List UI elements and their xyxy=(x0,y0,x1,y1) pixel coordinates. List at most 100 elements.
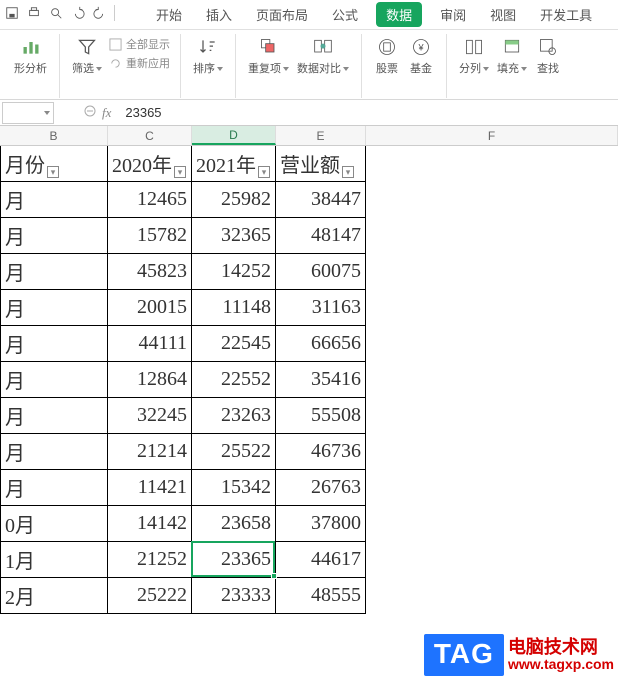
cell-rev[interactable]: 37800 xyxy=(276,506,366,542)
cell-2020[interactable]: 21214 xyxy=(108,434,192,470)
empty-cell[interactable] xyxy=(366,398,618,434)
filter-dropdown-icon[interactable] xyxy=(174,166,186,178)
cell-2020[interactable]: 21252 xyxy=(108,542,192,578)
cell-2020[interactable]: 20015 xyxy=(108,290,192,326)
cell-2021[interactable]: 23263 xyxy=(192,398,276,434)
cell-month[interactable]: 月 xyxy=(0,254,108,290)
tab-insert[interactable]: 插入 xyxy=(200,1,238,28)
empty-cell[interactable] xyxy=(366,578,618,614)
tab-dev[interactable]: 开发工具 xyxy=(534,1,598,28)
analysis-button[interactable]: 形分析 xyxy=(10,34,51,78)
cell-month[interactable]: 月 xyxy=(0,218,108,254)
cell-month[interactable]: 0月 xyxy=(0,506,108,542)
cell-rev[interactable]: 60075 xyxy=(276,254,366,290)
tab-view[interactable]: 视图 xyxy=(484,1,522,28)
cell-2020[interactable]: 32245 xyxy=(108,398,192,434)
stocks-button[interactable]: 股票 xyxy=(370,34,404,78)
filter-dropdown-icon[interactable] xyxy=(342,166,354,178)
cell-2021[interactable]: 14252 xyxy=(192,254,276,290)
cell-2020[interactable]: 45823 xyxy=(108,254,192,290)
cancel-icon[interactable] xyxy=(84,105,96,120)
tab-layout[interactable]: 页面布局 xyxy=(250,1,314,28)
redo-icon[interactable] xyxy=(92,5,108,21)
cell-month[interactable]: 1月 xyxy=(0,542,108,578)
sort-button[interactable]: 排序 xyxy=(189,34,227,78)
cell-2021[interactable]: 23365 xyxy=(192,542,276,578)
cell-2021[interactable]: 11148 xyxy=(192,290,276,326)
print-icon[interactable] xyxy=(26,5,42,21)
empty-cell[interactable] xyxy=(366,434,618,470)
empty-cell[interactable] xyxy=(366,182,618,218)
cell-2020[interactable]: 11421 xyxy=(108,470,192,506)
cell-month[interactable]: 2月 xyxy=(0,578,108,614)
cell-2021[interactable]: 32365 xyxy=(192,218,276,254)
col-header-b[interactable]: B xyxy=(0,126,108,145)
cell-rev[interactable]: 38447 xyxy=(276,182,366,218)
cell-2020[interactable]: 12864 xyxy=(108,362,192,398)
cell-rev[interactable]: 48555 xyxy=(276,578,366,614)
fx-icon[interactable]: fx xyxy=(102,105,111,121)
col-header-e[interactable]: E xyxy=(276,126,366,145)
cell-2021[interactable]: 23658 xyxy=(192,506,276,542)
col-header-f[interactable]: F xyxy=(366,126,618,145)
cell-2021[interactable]: 15342 xyxy=(192,470,276,506)
col-header-d[interactable]: D xyxy=(192,126,276,145)
empty-cell[interactable] xyxy=(366,218,618,254)
empty-cell[interactable] xyxy=(366,362,618,398)
cell-rev[interactable]: 55508 xyxy=(276,398,366,434)
tab-review[interactable]: 审阅 xyxy=(434,1,472,28)
empty-cell[interactable] xyxy=(366,506,618,542)
cell-month[interactable]: 月 xyxy=(0,434,108,470)
col-header-c[interactable]: C xyxy=(108,126,192,145)
empty-cell[interactable] xyxy=(366,254,618,290)
preview-icon[interactable] xyxy=(48,5,64,21)
lookup-button[interactable]: 查找 xyxy=(531,34,565,78)
header-2021[interactable]: 2021年 xyxy=(192,146,276,182)
cell-month[interactable]: 月 xyxy=(0,470,108,506)
empty-cell[interactable] xyxy=(366,470,618,506)
header-month[interactable]: 月份 xyxy=(0,146,108,182)
fund-button[interactable]: ¥ 基金 xyxy=(404,34,438,78)
show-all-button[interactable]: 全部显示 xyxy=(108,36,170,52)
save-icon[interactable] xyxy=(4,5,20,21)
filter-button[interactable]: 筛选 xyxy=(68,34,106,78)
cell-2020[interactable]: 25222 xyxy=(108,578,192,614)
cell-month[interactable]: 月 xyxy=(0,398,108,434)
compare-button[interactable]: 数据对比 xyxy=(293,34,353,78)
cell-rev[interactable]: 26763 xyxy=(276,470,366,506)
reapply-button[interactable]: 重新应用 xyxy=(108,55,170,71)
formula-input[interactable]: 23365 xyxy=(121,105,618,120)
name-box[interactable] xyxy=(2,102,54,124)
fill-button[interactable]: 填充 xyxy=(493,34,531,78)
split-button[interactable]: 分列 xyxy=(455,34,493,78)
cell-2020[interactable]: 14142 xyxy=(108,506,192,542)
tab-formula[interactable]: 公式 xyxy=(326,1,364,28)
cell-month[interactable]: 月 xyxy=(0,182,108,218)
cell-2021[interactable]: 22545 xyxy=(192,326,276,362)
empty-cell[interactable] xyxy=(366,290,618,326)
cell-2021[interactable]: 22552 xyxy=(192,362,276,398)
cell-rev[interactable]: 31163 xyxy=(276,290,366,326)
cell-month[interactable]: 月 xyxy=(0,326,108,362)
duplicates-button[interactable]: 重复项 xyxy=(244,34,293,78)
filter-dropdown-icon[interactable] xyxy=(258,166,270,178)
cell-rev[interactable]: 35416 xyxy=(276,362,366,398)
cell-2020[interactable]: 12465 xyxy=(108,182,192,218)
tab-data[interactable]: 数据 xyxy=(376,2,422,27)
cell-2020[interactable]: 15782 xyxy=(108,218,192,254)
header-rev[interactable]: 营业额 xyxy=(276,146,366,182)
filter-dropdown-icon[interactable] xyxy=(47,166,59,178)
empty-cell[interactable] xyxy=(366,542,618,578)
cell-2021[interactable]: 25982 xyxy=(192,182,276,218)
cell-month[interactable]: 月 xyxy=(0,290,108,326)
cell-rev[interactable]: 44617 xyxy=(276,542,366,578)
cell-month[interactable]: 月 xyxy=(0,362,108,398)
empty-cell[interactable] xyxy=(366,146,618,182)
empty-cell[interactable] xyxy=(366,326,618,362)
cell-rev[interactable]: 66656 xyxy=(276,326,366,362)
cell-2020[interactable]: 44111 xyxy=(108,326,192,362)
undo-icon[interactable] xyxy=(70,5,86,21)
cell-2021[interactable]: 25522 xyxy=(192,434,276,470)
cell-2021[interactable]: 23333 xyxy=(192,578,276,614)
cell-rev[interactable]: 46736 xyxy=(276,434,366,470)
